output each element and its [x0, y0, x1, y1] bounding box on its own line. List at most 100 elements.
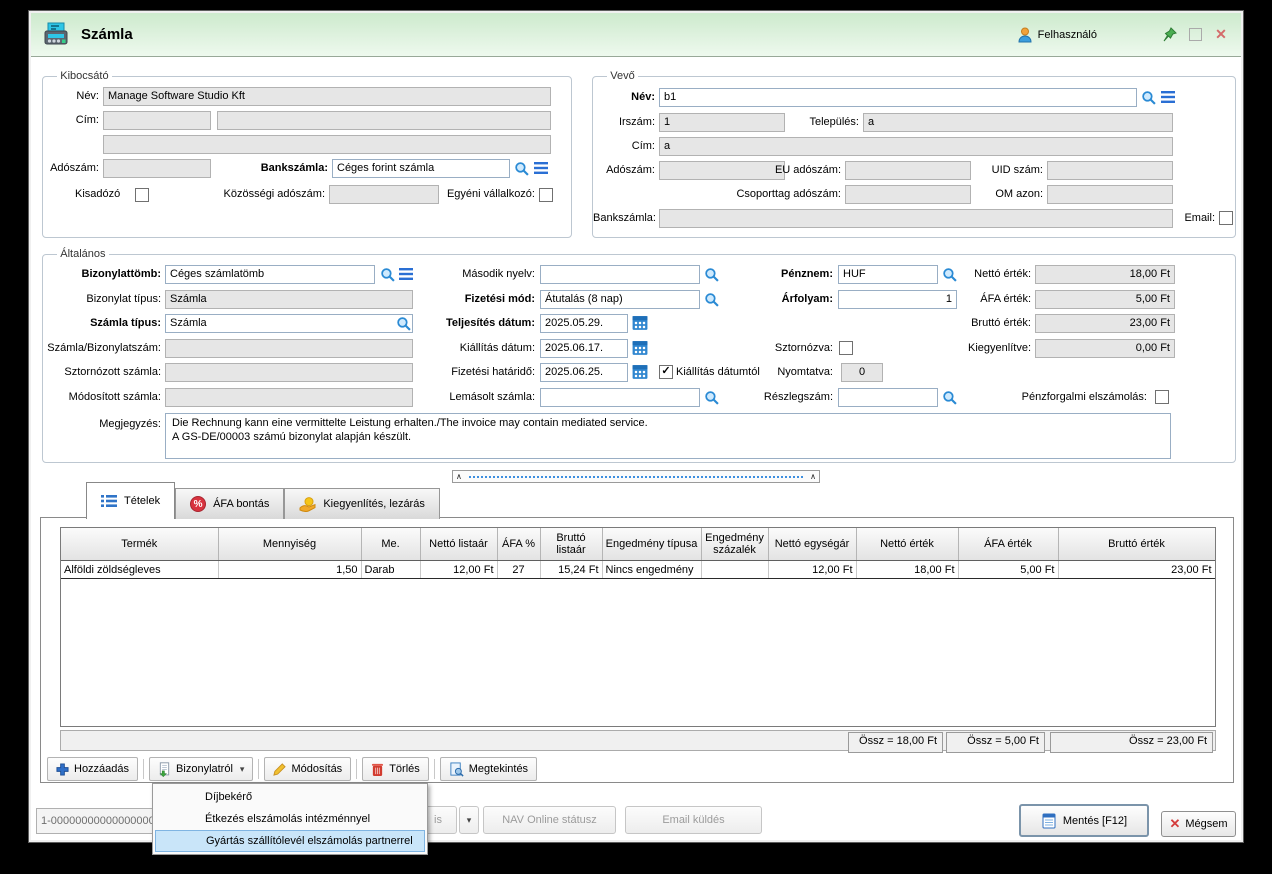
issue-date-field[interactable]: 2025.06.17. [540, 339, 628, 358]
calendar-icon[interactable] [631, 339, 649, 357]
save-button[interactable]: Mentés [F12] [1019, 804, 1149, 837]
col-header-engedmeny-tipusa[interactable]: Engedmény típusa [602, 528, 701, 561]
buyer-name-label: Név: [597, 89, 655, 106]
list-icon[interactable] [397, 265, 415, 283]
due-date-field[interactable]: 2025.06.25. [540, 363, 628, 382]
search-icon[interactable] [702, 388, 720, 406]
calendar-icon[interactable] [631, 314, 649, 332]
search-icon[interactable] [702, 265, 720, 283]
settled-field: 0,00 Ft [1035, 339, 1175, 358]
cancel-button[interactable]: ✕ Mégsem [1161, 811, 1236, 837]
calendar-icon[interactable] [631, 363, 649, 381]
storno-flag-checkbox[interactable] [839, 341, 853, 355]
cash-accounting-checkbox[interactable] [1155, 390, 1169, 404]
comment-field[interactable]: Die Rechnung kann eine vermittelte Leist… [165, 413, 1171, 459]
tab-tetelek[interactable]: Tételek [86, 482, 175, 519]
search-icon[interactable] [378, 265, 396, 283]
issuer-kata-checkbox[interactable] [135, 188, 149, 202]
total-gross: Össz = 23,00 Ft [1050, 732, 1213, 753]
modify-button[interactable]: Módosítás [264, 757, 351, 781]
fulfillment-date-field[interactable]: 2025.05.29. [540, 314, 628, 333]
tabstrip: Tételek % ÁFA bontás Kiegyenlítés, lezár… [40, 482, 440, 519]
menu-item-gyartas[interactable]: Gyártás szállítólevél elszámolás partner… [155, 830, 425, 852]
doc-series-field[interactable]: Céges számlatömb [165, 265, 375, 284]
buyer-bankaccount-label: Bankszámla: [593, 210, 655, 227]
from-issue-date-checkbox[interactable]: ✓ [659, 365, 673, 379]
issuer-bankaccount-field[interactable]: Céges forint számla [332, 159, 510, 178]
chevron-up-icon: ∧ [807, 473, 819, 481]
user-label: Felhasználó [1038, 29, 1097, 41]
list-icon[interactable] [532, 159, 550, 177]
col-header-afa-ertek[interactable]: ÁFA érték [958, 528, 1058, 561]
cancel-button-label: Mégsem [1185, 818, 1227, 830]
delete-button[interactable]: Törlés [362, 757, 429, 781]
col-header-termek[interactable]: Termék [61, 528, 218, 561]
col-header-netto-egysegar[interactable]: Nettó egységár [768, 528, 856, 561]
buyer-taxnum-field [659, 161, 785, 180]
vat-value-field: 5,00 Ft [1035, 290, 1175, 309]
buyer-zip-label: Irszám: [597, 114, 655, 131]
issuer-sole-trader-label: Egyéni vállalkozó: [443, 186, 535, 203]
col-header-brutto-listaar[interactable]: Bruttó listaár [540, 528, 602, 561]
invoice-type-field[interactable]: Számla [165, 314, 413, 333]
comment-line-1: Die Rechnung kann eine vermittelte Leist… [172, 416, 1164, 430]
department-field[interactable] [838, 388, 938, 407]
percent-icon: % [190, 496, 206, 512]
currency-label: Pénznem: [738, 266, 833, 283]
storno-invoice-label: Sztornózott számla: [43, 364, 161, 381]
issuer-address-label: Cím: [47, 112, 99, 129]
search-icon[interactable] [512, 159, 530, 177]
net-value-label: Nettó érték: [941, 266, 1031, 283]
collapse-splitter[interactable]: ∧ ∧ [452, 470, 820, 483]
pin-icon[interactable] [1159, 26, 1179, 44]
comment-label: Megjegyzés: [43, 416, 161, 433]
payment-method-field[interactable]: Átutalás (8 nap) [540, 290, 700, 309]
buyer-name-field[interactable]: b1 [659, 88, 1137, 107]
from-document-button[interactable]: Bizonylatról ▾ [149, 757, 253, 781]
buyer-groupbox: Vevő Név: b1 Irszám: 1 Település: a Cím:… [592, 70, 1236, 238]
table-row[interactable]: Alföldi zöldségleves 1,50 Darab 12,00 Ft… [61, 561, 1215, 579]
nav-online-status-button[interactable]: NAV Online státusz [483, 806, 616, 834]
search-icon[interactable] [1139, 88, 1157, 106]
fulfillment-date-label: Teljesítés dátum: [417, 315, 535, 332]
email-send-label: Email küldés [662, 814, 724, 826]
col-header-netto-ertek[interactable]: Nettó érték [856, 528, 958, 561]
col-header-me[interactable]: Me. [361, 528, 420, 561]
print-dropdown-button[interactable]: ▾ [459, 806, 479, 834]
buyer-email-checkbox[interactable] [1219, 211, 1233, 225]
search-icon[interactable] [394, 314, 412, 332]
menu-item-etkezes[interactable]: Étkezés elszámolás intézménnyel [155, 808, 425, 830]
exchange-rate-field[interactable]: 1 [838, 290, 957, 309]
copied-invoice-field[interactable] [540, 388, 700, 407]
doc-type-field: Számla [165, 290, 413, 309]
view-button-label: Megtekintés [469, 763, 528, 775]
list-icon[interactable] [1159, 88, 1177, 106]
table-header-row: Termék Mennyiség Me. Nettó listaár ÁFA %… [61, 528, 1215, 561]
menu-item-dijbekero[interactable]: Díjbekérő [155, 786, 425, 808]
titlebar: Számla Felhasználó ✕ [31, 13, 1241, 57]
cell-mennyiseg: 1,50 [218, 561, 361, 579]
currency-field[interactable]: HUF [838, 265, 938, 284]
maximize-button[interactable] [1185, 26, 1205, 44]
col-header-brutto-ertek[interactable]: Bruttó érték [1058, 528, 1215, 561]
cell-brutto-listaar: 15,24 Ft [540, 561, 602, 579]
view-button[interactable]: Megtekintés [440, 757, 537, 781]
col-header-engedmeny-szazalek[interactable]: Engedmény százalék [701, 528, 768, 561]
buyer-om-label: OM azon: [983, 186, 1043, 203]
second-language-field[interactable] [540, 265, 700, 284]
tab-afa-bontas[interactable]: % ÁFA bontás [175, 488, 284, 519]
col-header-netto-listaar[interactable]: Nettó listaár [420, 528, 497, 561]
col-header-mennyiseg[interactable]: Mennyiség [218, 528, 361, 561]
invoice-type-label: Számla típus: [43, 315, 161, 332]
gross-value-field: 23,00 Ft [1035, 314, 1175, 333]
issuer-sole-trader-checkbox[interactable] [539, 188, 553, 202]
buyer-city-field: a [863, 113, 1173, 132]
list-icon [101, 494, 117, 508]
email-send-button[interactable]: Email küldés [625, 806, 762, 834]
search-icon[interactable] [702, 290, 720, 308]
add-button[interactable]: Hozzáadás [47, 757, 138, 781]
chevron-down-icon: ▾ [240, 764, 245, 775]
col-header-afa-pct[interactable]: ÁFA % [497, 528, 540, 561]
close-button[interactable]: ✕ [1211, 26, 1231, 44]
tab-kiegyenlites[interactable]: Kiegyenlítés, lezárás [284, 488, 440, 519]
